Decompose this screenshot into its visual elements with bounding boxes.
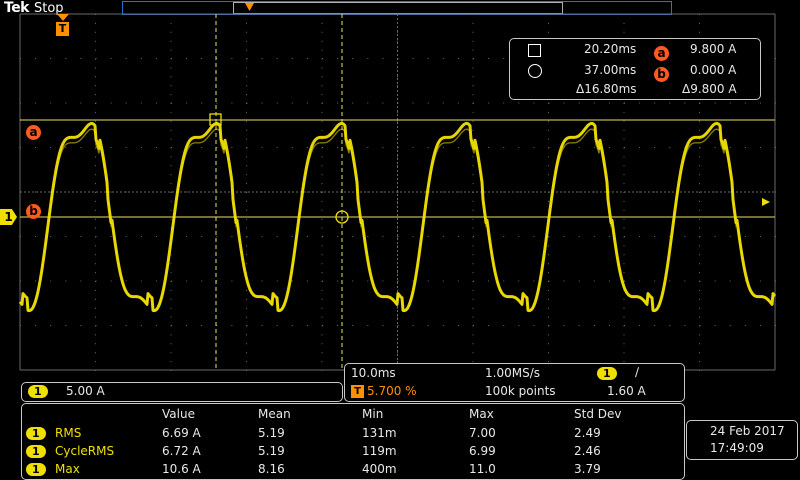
meas-header-max: Max xyxy=(469,407,494,421)
measurements-panel[interactable]: Value Mean Min Max Std Dev 1 RMS 6.69 A … xyxy=(21,403,685,480)
trigger-source-badge: 1 xyxy=(597,367,617,380)
trigger-position: 5.700 % xyxy=(367,384,417,398)
meas-value: 6.72 A xyxy=(162,444,201,458)
meas-header-stddev: Std Dev xyxy=(574,407,622,421)
cursor-a-time: 20.20ms xyxy=(584,42,637,56)
meas-channel-badge: 1 xyxy=(26,463,46,476)
cursor-delta-value: Δ9.800 A xyxy=(682,82,737,96)
cursor-a-value: 9.800 A xyxy=(690,42,737,56)
record-length: 100k points xyxy=(485,384,556,398)
square-cursor-icon xyxy=(528,44,541,57)
meas-header-min: Min xyxy=(362,407,384,421)
meas-channel-badge: 1 xyxy=(26,427,46,440)
table-row[interactable]: 1 CycleRMS 6.72 A 5.19 119m 6.99 2.46 xyxy=(22,443,682,460)
meas-mean: 5.19 xyxy=(258,444,285,458)
channel-1-scale-panel[interactable]: 1 5.00 A xyxy=(21,382,343,402)
meas-min: 400m xyxy=(362,462,397,476)
cursor-a-badge: a xyxy=(654,46,669,61)
channel-1-scale: 5.00 A xyxy=(66,384,105,398)
cursor-b-time: 37.00ms xyxy=(584,63,637,77)
trigger-slope-icon: ∕ xyxy=(635,365,640,379)
meas-stddev: 3.79 xyxy=(574,462,601,476)
meas-channel-badge: 1 xyxy=(26,445,46,458)
sample-rate: 1.00MS/s xyxy=(485,366,540,380)
trigger-level-arrow xyxy=(762,198,770,206)
channel-1-badge: 1 xyxy=(28,385,48,398)
timebase: 10.0ms xyxy=(351,366,396,380)
meas-stddev: 2.49 xyxy=(574,426,601,440)
cursor-readout-panel: 20.20ms a 9.800 A 37.00ms b 0.000 A Δ16.… xyxy=(509,38,761,100)
meas-name: CycleRMS xyxy=(55,444,115,458)
trigger-level: 1.60 A xyxy=(607,384,646,398)
datetime-panel[interactable]: 24 Feb 2017 17:49:09 xyxy=(686,420,798,460)
time: 17:49:09 xyxy=(710,441,764,455)
circle-cursor-icon xyxy=(528,64,542,78)
cursor-b-badge: b xyxy=(654,67,669,82)
meas-max: 7.00 xyxy=(469,426,496,440)
meas-max: 11.0 xyxy=(469,462,496,476)
table-row[interactable]: 1 RMS 6.69 A 5.19 131m 7.00 2.49 xyxy=(22,425,682,442)
meas-stddev: 2.46 xyxy=(574,444,601,458)
meas-header-mean: Mean xyxy=(258,407,291,421)
meas-name: RMS xyxy=(55,426,82,440)
trigger-marker[interactable]: T xyxy=(56,22,69,36)
meas-value: 6.69 A xyxy=(162,426,201,440)
meas-value: 10.6 A xyxy=(162,462,201,476)
cursor-delta-time: Δ16.80ms xyxy=(576,82,637,96)
meas-mean: 5.19 xyxy=(258,426,285,440)
cursor-b-label: b xyxy=(26,204,41,219)
meas-max: 6.99 xyxy=(469,444,496,458)
meas-min: 131m xyxy=(362,426,397,440)
meas-name: Max xyxy=(55,462,80,476)
horizontal-trigger-panel[interactable]: 10.0ms 1.00MS/s 1 ∕ T 5.700 % 100k point… xyxy=(344,363,685,402)
table-row[interactable]: 1 Max 10.6 A 8.16 400m 11.0 3.79 xyxy=(22,461,682,478)
date: 24 Feb 2017 xyxy=(710,424,785,438)
meas-mean: 8.16 xyxy=(258,462,285,476)
cursor-a-label: a xyxy=(26,125,41,140)
meas-min: 119m xyxy=(362,444,397,458)
meas-header-value: Value xyxy=(162,407,195,421)
cursor-b-value: 0.000 A xyxy=(690,63,737,77)
trigger-position-icon: T xyxy=(351,385,364,398)
